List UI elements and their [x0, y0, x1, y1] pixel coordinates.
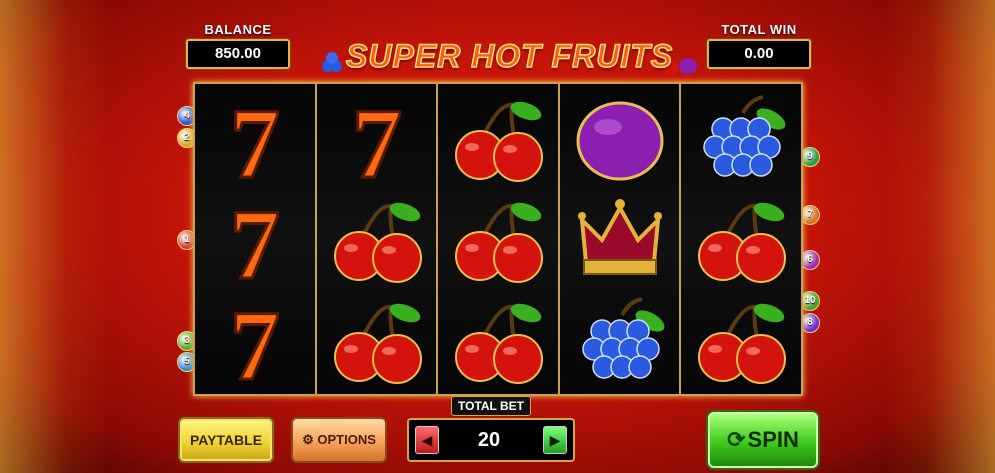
arrow-right-icon: ▶ — [549, 432, 561, 448]
cherry-icon — [333, 202, 422, 283]
cherry-symbol — [438, 89, 558, 189]
seven-symbol: 7 — [195, 89, 315, 189]
spin-button[interactable]: ⟳SPIN — [708, 412, 818, 468]
cherry-icon — [455, 303, 544, 384]
spin-label: SPIN — [747, 427, 799, 452]
grapes-icon — [582, 297, 665, 379]
cherry-icon — [698, 202, 787, 283]
total-win-value: 0.00 — [707, 39, 811, 69]
cherry-icon — [455, 202, 544, 283]
seven-symbol: 7 — [195, 190, 315, 290]
grapes-icon — [703, 95, 786, 177]
options-button[interactable]: ⚙ OPTIONS — [291, 417, 387, 463]
crown-icon — [577, 199, 662, 275]
arrow-left-icon: ◀ — [421, 432, 433, 448]
paytable-button[interactable]: PAYTABLE — [178, 417, 274, 463]
balance-label: BALANCE — [204, 22, 272, 37]
reel-4 — [559, 84, 682, 394]
total-bet-value: 20 — [477, 429, 501, 451]
grapes-symbol — [560, 291, 680, 391]
svg-text:7: 7 — [230, 194, 280, 286]
reel-2: 7 — [316, 84, 439, 394]
total-bet-control: TOTAL BET ◀ 20 ▶ — [407, 396, 575, 466]
cherry-symbol — [317, 190, 437, 290]
plum-symbol — [560, 89, 680, 189]
svg-text:7: 7 — [352, 93, 402, 185]
game-logo: SUPER HOT FRUITS — [318, 36, 698, 80]
payline-right-9: 9 — [800, 147, 820, 167]
payline-right-10: 10 — [800, 291, 820, 311]
cherry-icon — [455, 101, 544, 182]
reel-5 — [681, 84, 801, 394]
seven-icon: 7 — [350, 93, 403, 185]
payline-right-8: 8 — [800, 313, 820, 333]
bet-increase-button[interactable]: ▶ — [543, 426, 567, 454]
total-bet-box: ◀ 20 ▶ — [407, 418, 575, 462]
flames-right-decor — [885, 0, 995, 473]
balance-panel: BALANCE 850.00 — [186, 22, 290, 69]
options-label: OPTIONS — [317, 432, 376, 447]
total-win-label: TOTAL WIN — [721, 22, 797, 37]
balance-value: 850.00 — [186, 39, 290, 69]
crown-symbol — [560, 190, 680, 290]
seven-symbol: 7 — [317, 89, 437, 189]
reel-1: 777 — [195, 84, 317, 394]
cherry-symbol — [681, 190, 801, 290]
payline-right-6: 6 — [800, 250, 820, 270]
seven-symbol: 7 — [195, 291, 315, 391]
seven-icon: 7 — [229, 295, 282, 387]
svg-text:7: 7 — [230, 295, 280, 387]
reel-3 — [438, 84, 560, 394]
total-win-panel: TOTAL WIN 0.00 — [707, 22, 811, 69]
gear-icon: ⚙ — [302, 432, 314, 447]
logo-title: SUPER HOT FRUITS — [345, 37, 674, 75]
cherry-symbol — [438, 190, 558, 290]
reel-grid: 7777 — [193, 82, 803, 396]
total-bet-label: TOTAL BET — [451, 396, 531, 416]
cherry-icon — [333, 303, 422, 384]
cherry-symbol — [317, 291, 437, 391]
cherry-symbol — [681, 291, 801, 391]
grapes-symbol — [681, 89, 801, 189]
bet-decrease-button[interactable]: ◀ — [415, 426, 439, 454]
flames-left-decor — [0, 0, 110, 473]
seven-icon: 7 — [229, 93, 282, 185]
refresh-arrows-icon: ⟳ — [727, 427, 746, 452]
cherry-symbol — [438, 291, 558, 391]
payline-right-7: 7 — [800, 205, 820, 225]
plum-icon — [576, 101, 664, 181]
svg-text:7: 7 — [230, 93, 280, 185]
seven-icon: 7 — [229, 194, 282, 286]
cherry-icon — [698, 303, 787, 384]
